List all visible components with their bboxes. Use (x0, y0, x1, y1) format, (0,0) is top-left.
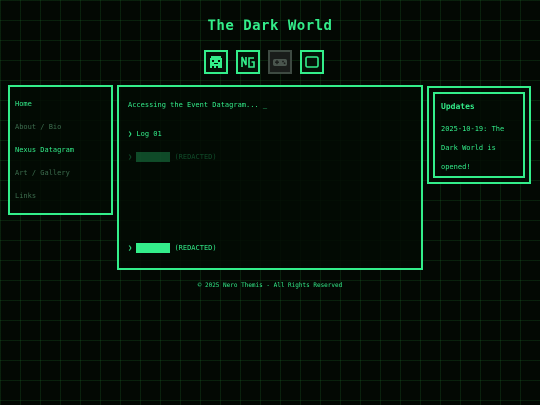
site-title: The Dark World (207, 18, 333, 34)
faded-log-entry: ❯ (REDACTED) (128, 152, 217, 162)
nav-item-art-gallery[interactable]: Art / Gallery (15, 166, 111, 189)
nav-item-links[interactable]: Links (15, 189, 111, 212)
faded-redacted-block (136, 152, 171, 162)
icon-toolbar (204, 50, 324, 74)
nav-item-nexus-datagram[interactable]: Nexus Datagram (15, 143, 111, 166)
bottom-prompt: ❯ (128, 244, 133, 252)
controller-icon (273, 59, 287, 66)
log-entry-01[interactable]: ❯ Log 01 (128, 130, 162, 138)
controller-icon-button[interactable] (268, 50, 292, 74)
updates-title: Updates (441, 102, 475, 111)
ng-icon-button[interactable] (236, 50, 260, 74)
nav-item-home[interactable]: Home (15, 97, 111, 120)
monitor-icon (305, 56, 319, 68)
footer-copyright: © 2025 Nero Themis - All Rights Reserved (197, 282, 343, 289)
faded-prompt: ❯ (128, 153, 133, 161)
updates-panel: Updates 2025-10-19: The Dark World is op… (427, 86, 531, 184)
nav-item-about-bio[interactable]: About / Bio (15, 120, 111, 143)
redacted-label: (REDACTED) (174, 244, 217, 252)
monitor-icon-button[interactable] (300, 50, 324, 74)
updates-text: 2025-10-19: The Dark World is opened! (441, 125, 505, 171)
main-terminal-panel: Accessing the Event Datagram... _ ❯ Log … (117, 85, 423, 270)
intro-text: Accessing the Event Datagram... _ (128, 101, 268, 109)
redacted-log-entry[interactable]: ❯ (REDACTED) (128, 243, 217, 253)
updates-inner-box: Updates 2025-10-19: The Dark World is op… (433, 92, 525, 178)
ghost-icon (210, 56, 222, 68)
ng-icon (241, 56, 255, 68)
ghost-icon-button[interactable] (204, 50, 228, 74)
faded-redacted-label: (REDACTED) (174, 153, 217, 161)
redacted-block (136, 243, 171, 253)
sidebar-nav: Home About / Bio Nexus Datagram Art / Ga… (8, 85, 113, 215)
